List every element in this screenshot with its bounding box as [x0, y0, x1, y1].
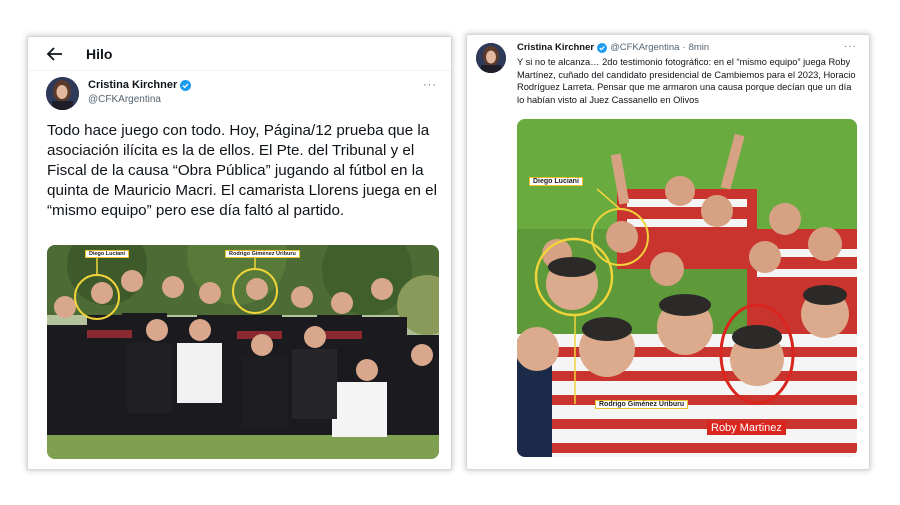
author-name[interactable]: Cristina Kirchner — [88, 79, 192, 91]
arrow-left-icon[interactable] — [46, 46, 64, 62]
photo-label-gimenez-uriburu: Rodrigo Giménez Uriburu — [225, 250, 300, 258]
author-handle[interactable]: @CFKArgentina — [88, 94, 161, 105]
thread-header: Hilo — [28, 37, 451, 71]
tweet-text: Y si no te alcanza… 2do testimonio fotog… — [517, 57, 856, 105]
author-avatar[interactable] — [476, 43, 506, 73]
tweet-photo[interactable]: Diego Luciani Rodrigo Giménez Uriburu — [47, 245, 439, 459]
verified-badge-icon — [180, 79, 192, 91]
photo-label-luciani: Diego Luciani — [529, 177, 583, 186]
photo-label-roby-martinez: Roby Martinez — [707, 421, 786, 435]
verified-badge-icon — [597, 42, 608, 53]
right-tweet-card: Cristina Kirchner @CFKArgentina · 8min ·… — [466, 34, 870, 470]
author-avatar[interactable] — [46, 77, 79, 110]
author-handle[interactable]: @CFKArgentina — [610, 42, 679, 53]
photo-label-gimenez-uriburu: Rodrigo Giménez Uriburu — [595, 400, 689, 409]
more-horizontal-icon[interactable]: ··· — [844, 41, 857, 52]
tweet-time[interactable]: 8min — [689, 42, 710, 53]
tweet-header: Cristina Kirchner @CFKArgentina · 8min — [517, 42, 709, 53]
left-tweet-card: Hilo Cristina Kirchner @CFKArgentina ···… — [27, 36, 452, 470]
author-name-text: Cristina Kirchner — [88, 79, 178, 91]
author-name[interactable]: Cristina Kirchner — [517, 42, 594, 53]
photo-label-luciani: Diego Luciani — [85, 250, 130, 258]
tweet-text: Todo hace juego con todo. Hoy, Página/12… — [47, 122, 438, 219]
more-horizontal-icon[interactable]: ··· — [423, 79, 437, 91]
thread-title: Hilo — [86, 46, 113, 62]
tweet-photo[interactable]: Diego Luciani Rodrigo Giménez Uriburu Ro… — [517, 119, 857, 457]
header-separator: · — [682, 42, 686, 53]
